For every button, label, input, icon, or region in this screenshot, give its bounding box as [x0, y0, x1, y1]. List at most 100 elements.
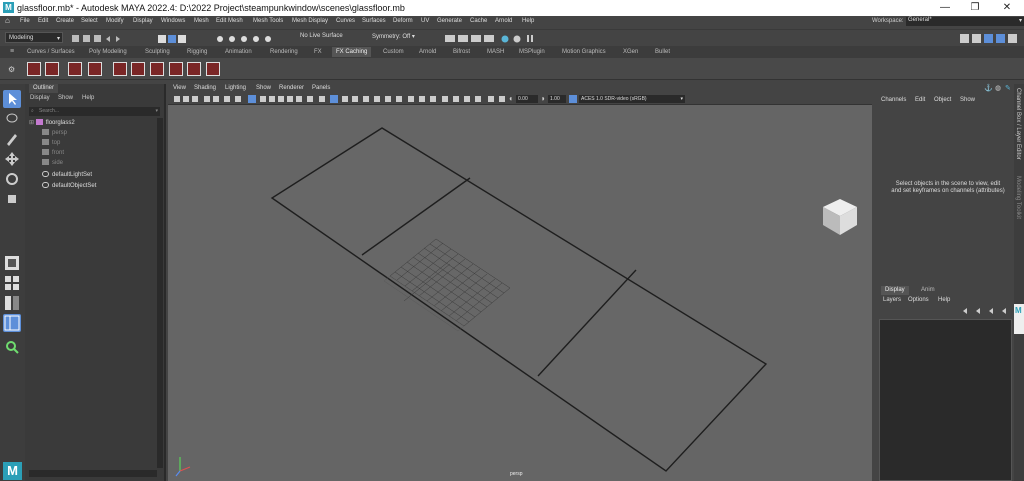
geometry-cache-merge-icon[interactable]	[150, 62, 164, 76]
outliner-item[interactable]: side	[42, 158, 63, 168]
menu-curves[interactable]: Curves	[336, 18, 355, 24]
outliner-tab[interactable]: Outliner	[29, 84, 59, 93]
geometry-cache-export-icon[interactable]	[169, 62, 183, 76]
channel-menu-edit[interactable]: Edit	[915, 97, 925, 103]
shelf-tab[interactable]: Sculpting	[141, 47, 174, 57]
menu-mesh-tools[interactable]: Mesh Tools	[253, 18, 283, 24]
menu-help[interactable]: Help	[522, 18, 534, 24]
viewport-menu-lighting[interactable]: Lighting	[225, 85, 246, 91]
geometry-cache-import-icon[interactable]	[187, 62, 201, 76]
shelf-tab[interactable]: Arnold	[415, 47, 440, 57]
channel-menu-channels[interactable]: Channels	[881, 97, 906, 103]
shelf-tab[interactable]: Rigging	[183, 47, 211, 57]
menu-arnold[interactable]: Arnold	[495, 18, 512, 24]
outliner-menu-display[interactable]: Display	[30, 95, 50, 101]
layer-menu-options[interactable]: Options	[908, 297, 929, 303]
render-tool-icons[interactable]	[425, 33, 555, 44]
select-tool-icon[interactable]	[3, 90, 21, 108]
live-surface-label[interactable]: No Live Surface	[300, 33, 343, 39]
layer-tab-display[interactable]: Display	[881, 286, 909, 295]
viewport-menu-shading[interactable]: Shading	[194, 85, 216, 91]
single-perspective-view-icon[interactable]	[3, 254, 21, 272]
menu-surfaces[interactable]: Surfaces	[362, 18, 386, 24]
shelf-tab[interactable]: FX	[310, 47, 326, 57]
maximize-button[interactable]: ❐	[960, 1, 990, 15]
layer-tab-anim[interactable]: Anim	[917, 286, 939, 295]
shelf-tab[interactable]: Motion Graphics	[558, 47, 610, 57]
move-tool-icon[interactable]	[3, 150, 21, 168]
status-tool-icons[interactable]	[70, 33, 300, 44]
menu-windows[interactable]: Windows	[161, 18, 185, 24]
shelf-tab[interactable]: Bullet	[651, 47, 674, 57]
menu-mesh[interactable]: Mesh	[194, 18, 209, 24]
workspace-selector[interactable]: Workspace: General* ▾	[872, 17, 1024, 26]
menu-deform[interactable]: Deform	[393, 18, 413, 24]
outliner-menu-help[interactable]: Help	[82, 95, 94, 101]
two-view-layout-icon[interactable]	[3, 294, 21, 312]
geometry-cache-enable-icon[interactable]	[206, 62, 220, 76]
outliner-item[interactable]: ⊞ floorglass2	[29, 118, 75, 128]
cache-replace-icon[interactable]	[88, 62, 102, 76]
shelf-tab[interactable]: Custom	[379, 47, 408, 57]
outliner-menu-show[interactable]: Show	[58, 95, 73, 101]
color-management-icon[interactable]	[569, 95, 577, 103]
outliner-hscrollbar[interactable]	[29, 470, 157, 477]
menu-file[interactable]: File	[20, 18, 30, 24]
outliner-item[interactable]: persp	[42, 128, 67, 138]
menu-display[interactable]: Display	[133, 18, 153, 24]
symmetry-dropdown[interactable]: Symmetry: Off ▾	[372, 33, 415, 40]
menu-edit-mesh[interactable]: Edit Mesh	[216, 18, 243, 24]
shelf-tab[interactable]: Animation	[221, 47, 256, 57]
lock-icon[interactable]: ⚓	[984, 84, 993, 92]
maya-popup-badge[interactable]: M	[1014, 304, 1024, 334]
viewport-menu-view[interactable]: View	[173, 85, 186, 91]
outliner-item[interactable]: defaultLightSet	[42, 170, 92, 180]
layer-menu-help[interactable]: Help	[938, 297, 950, 303]
menu-uv[interactable]: UV	[421, 18, 429, 24]
geometry-cache-icon[interactable]	[113, 62, 127, 76]
shelf-menu-icon[interactable]: ≡	[6, 47, 18, 57]
home-icon[interactable]: ⌂	[5, 16, 10, 25]
rotate-tool-icon[interactable]	[3, 170, 21, 188]
viewport-tool-icons[interactable]	[172, 94, 507, 104]
refresh-icon[interactable]: ◍	[995, 84, 1001, 92]
outliner-search-input[interactable]: ⌕ Search... ▾	[29, 107, 160, 116]
outliner-item[interactable]: top	[42, 138, 60, 148]
lasso-tool-icon[interactable]	[3, 110, 21, 128]
shelf-tab-active[interactable]: FX Caching	[332, 47, 372, 57]
shelf-tab[interactable]: Curves / Surfaces	[23, 47, 79, 57]
channel-menu-show[interactable]: Show	[960, 97, 975, 103]
viewport-panel[interactable]: View Shading Lighting Show Renderer Pane…	[168, 84, 872, 481]
layer-list[interactable]	[879, 319, 1012, 481]
channel-box-layer-editor-tab[interactable]: Channel Box / Layer Editor	[1015, 88, 1021, 160]
close-button[interactable]: ✕	[992, 1, 1022, 15]
scale-tool-icon[interactable]	[3, 190, 21, 208]
shelf-tab[interactable]: Bifrost	[449, 47, 474, 57]
shelf-settings-icon[interactable]: ⚙	[8, 65, 15, 74]
layer-menu-layers[interactable]: Layers	[883, 297, 901, 303]
menu-cache[interactable]: Cache	[470, 18, 487, 24]
modeling-toolkit-tab[interactable]: Modeling Toolkit	[1015, 176, 1021, 219]
viewport-menu-show[interactable]: Show	[256, 85, 271, 91]
menu-generate[interactable]: Generate	[437, 18, 462, 24]
edit-icon[interactable]: ✎	[1005, 84, 1011, 92]
exposure-field[interactable]: 0.00	[516, 95, 538, 103]
shelf-tab[interactable]: XGen	[619, 47, 642, 57]
cache-delete-icon[interactable]	[45, 62, 59, 76]
cache-append-icon[interactable]	[68, 62, 82, 76]
shelf-tab[interactable]: Rendering	[266, 47, 302, 57]
mode-dropdown[interactable]: Modeling ▾	[5, 32, 63, 43]
viewport-menu-panels[interactable]: Panels	[312, 85, 330, 91]
search-icon[interactable]	[3, 338, 21, 356]
layer-action-icons[interactable]	[961, 307, 1013, 316]
shelf-tab[interactable]: MSPlugin	[515, 47, 549, 57]
menu-select[interactable]: Select	[81, 18, 98, 24]
cache-create-icon[interactable]	[27, 62, 41, 76]
shelf-tab[interactable]: MASH	[483, 47, 508, 57]
outliner-item[interactable]: defaultObjectSet	[42, 181, 96, 191]
paint-select-tool-icon[interactable]	[3, 130, 21, 148]
menu-mesh-display[interactable]: Mesh Display	[292, 18, 328, 24]
scene-canvas[interactable]	[168, 105, 872, 481]
panel-toggle-icons[interactable]	[958, 33, 1020, 44]
outliner-item[interactable]: front	[42, 148, 64, 158]
